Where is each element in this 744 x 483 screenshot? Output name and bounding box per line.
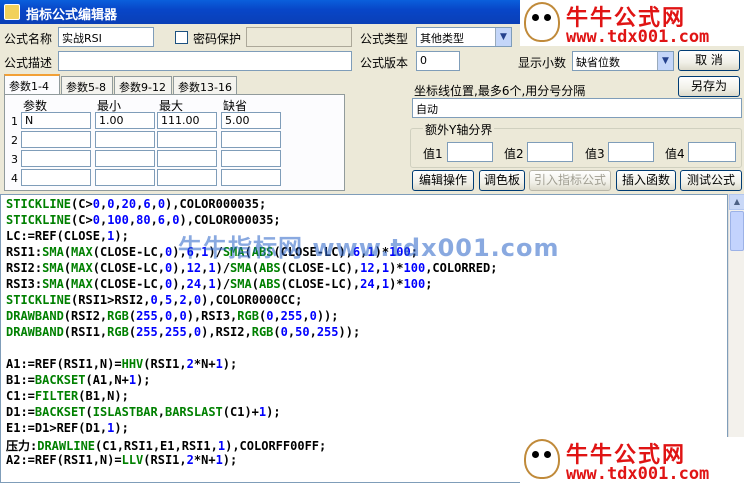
tab-params-5-8[interactable]: 参数5-8: [61, 76, 113, 94]
value2-label: 值2: [504, 147, 524, 161]
code-line[interactable]: A2:=REF(RSI1,N)=LLV(RSI1,2*N+1);: [6, 453, 237, 467]
code-line[interactable]: DRAWBAND(RSI2,RGB(255,0,0),RSI3,RGB(0,25…: [6, 309, 339, 323]
param-min-input[interactable]: 1.00: [95, 112, 155, 129]
param-default-input[interactable]: [221, 169, 281, 186]
password-checkbox[interactable]: [175, 31, 188, 44]
insert-function-button[interactable]: 插入函数: [616, 170, 676, 191]
decimals-value: 缺省位数: [576, 56, 620, 69]
value1-input[interactable]: [447, 142, 493, 162]
value3-label: 值3: [585, 147, 605, 161]
extra-y-axis-label: 额外Y轴分界: [423, 121, 495, 138]
param-min-input[interactable]: [95, 150, 155, 167]
param-min-input[interactable]: [95, 131, 155, 148]
code-line[interactable]: STICKLINE(C>0,0,20,6,0),COLOR000035;: [6, 197, 266, 211]
watermark-url: www.tdx001.com: [566, 27, 710, 47]
tab-params-1-4[interactable]: 参数1-4: [4, 74, 60, 95]
param-min-input[interactable]: [95, 169, 155, 186]
formula-editor-window: 指标公式编辑器 公式名称 实战RSI 密码保护 公式类型 其他类型 ▼ 公式描述…: [0, 0, 744, 483]
watermark-logo-bottom: 牛牛公式网 www.tdx001.com: [520, 437, 744, 483]
code-line[interactable]: STICKLINE(C>0,100,80,6,0),COLOR000035;: [6, 213, 281, 227]
value4-input[interactable]: [688, 142, 736, 162]
param-name-input[interactable]: N: [21, 112, 91, 129]
code-line[interactable]: RSI2:SMA(MAX(CLOSE-LC,0),12,1)/SMA(ABS(C…: [6, 261, 497, 275]
test-formula-button[interactable]: 测试公式: [680, 170, 742, 191]
code-line[interactable]: DRAWBAND(RSI1,RGB(255,255,0),RSI2,RGB(0,…: [6, 325, 360, 339]
palette-button[interactable]: 调色板: [479, 170, 525, 191]
value3-input[interactable]: [608, 142, 654, 162]
watermark-logo-top: 牛牛公式网 www.tdx001.com: [520, 0, 744, 47]
decimals-label: 显示小数: [518, 56, 567, 70]
param-name-input[interactable]: [21, 169, 91, 186]
formula-version-input[interactable]: 0: [416, 51, 460, 71]
code-line[interactable]: C1:=FILTER(B1,N);: [6, 389, 129, 403]
formula-type-label: 公式类型: [360, 32, 409, 46]
param-name-input[interactable]: [21, 131, 91, 148]
value1-label: 值1: [423, 147, 443, 161]
formula-desc-input[interactable]: [58, 51, 352, 71]
param-default-input[interactable]: [221, 150, 281, 167]
code-line[interactable]: STICKLINE(RSI1>RSI2,0,5,2,0),COLOR0000CC…: [6, 293, 302, 307]
code-line[interactable]: RSI3:SMA(MAX(CLOSE-LC,0),24,1)/SMA(ABS(C…: [6, 277, 432, 291]
formula-name-label: 公式名称: [4, 32, 53, 46]
tab-params-9-12[interactable]: 参数9-12: [114, 76, 172, 94]
formula-type-select[interactable]: 其他类型 ▼: [416, 27, 512, 47]
param-row-number: 1: [11, 115, 18, 128]
param-max-input[interactable]: [157, 150, 217, 167]
param-row-number: 2: [11, 134, 18, 147]
edit-ops-button[interactable]: 编辑操作: [412, 170, 474, 191]
watermark-url: www.tdx001.com: [566, 464, 710, 483]
param-table: 参数 最小 最大 缺省 1 N 1.00 111.00 5.00 2 3 4: [4, 94, 345, 191]
param-row-number: 4: [11, 172, 18, 185]
decimals-select[interactable]: 缺省位数 ▼: [572, 51, 674, 71]
center-watermark: 牛牛指标网 www.tdx001.com: [178, 234, 560, 262]
formula-type-value: 其他类型: [420, 32, 464, 45]
scroll-up-icon[interactable]: ▲: [729, 194, 744, 210]
formula-name-input[interactable]: 实战RSI: [58, 27, 154, 47]
code-line[interactable]: D1:=BACKSET(ISLASTBAR,BARSLAST(C1)+1);: [6, 405, 281, 419]
formula-desc-label: 公式描述: [4, 56, 53, 70]
param-name-input[interactable]: [21, 150, 91, 167]
import-formula-button[interactable]: 引入指标公式: [529, 170, 611, 191]
axis-position-input[interactable]: 自动: [412, 98, 742, 118]
param-max-input[interactable]: [157, 131, 217, 148]
scroll-thumb[interactable]: [730, 211, 744, 251]
cow-logo-icon: [524, 2, 560, 42]
param-max-input[interactable]: 111.00: [157, 112, 217, 129]
param-default-input[interactable]: 5.00: [221, 112, 281, 129]
chevron-down-icon: ▼: [495, 28, 511, 46]
chevron-down-icon: ▼: [657, 52, 673, 70]
code-line[interactable]: 压力:DRAWLINE(C1,RSI1,E1,RSI1,1),COLORFF00…: [6, 437, 326, 454]
cow-logo-icon: [524, 439, 560, 479]
code-line[interactable]: LC:=REF(CLOSE,1);: [6, 229, 129, 243]
app-icon: [4, 4, 20, 20]
param-row-number: 3: [11, 153, 18, 166]
password-input[interactable]: [246, 27, 352, 47]
value2-input[interactable]: [527, 142, 573, 162]
password-label: 密码保护: [193, 32, 242, 46]
param-max-input[interactable]: [157, 169, 217, 186]
code-line[interactable]: B1:=BACKSET(A1,N+1);: [6, 373, 151, 387]
extra-y-axis-group: 额外Y轴分界 值1 值2 值3 值4: [410, 121, 742, 168]
axis-position-label: 坐标线位置,最多6个,用分号分隔: [414, 84, 586, 98]
code-line[interactable]: A1:=REF(RSI1,N)=HHV(RSI1,2*N+1);: [6, 357, 237, 371]
code-line[interactable]: E1:=D1>REF(D1,1);: [6, 421, 129, 435]
param-default-input[interactable]: [221, 131, 281, 148]
formula-version-label: 公式版本: [360, 56, 409, 70]
value4-label: 值4: [665, 147, 685, 161]
window-title: 指标公式编辑器: [26, 8, 118, 23]
cancel-button[interactable]: 取 消: [678, 50, 740, 71]
save-as-button[interactable]: 另存为: [678, 76, 740, 97]
tab-params-13-16[interactable]: 参数13-16: [173, 76, 237, 94]
code-line[interactable]: [6, 341, 13, 355]
